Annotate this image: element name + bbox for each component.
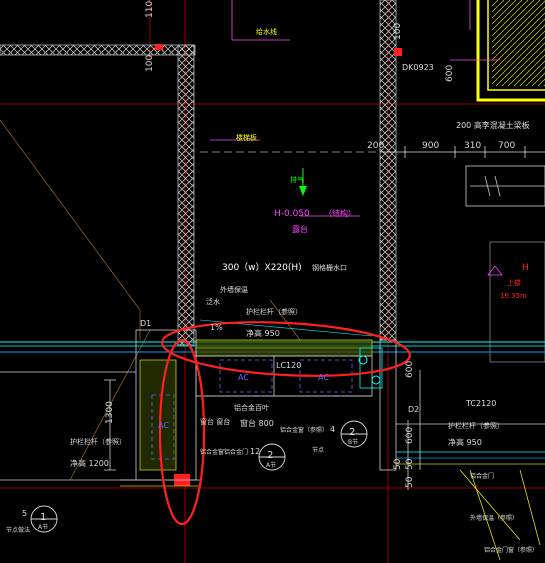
dim-50a: 50 — [393, 458, 403, 470]
dim-left-100: 100 — [145, 55, 155, 72]
dim-right-100: 100 — [393, 23, 403, 40]
bottom-right-a: 铝合金门 — [470, 472, 494, 480]
mid-note-g: 12 — [250, 447, 260, 456]
d2-tag: D2 — [408, 405, 419, 414]
dim-50b: 50 — [405, 458, 415, 470]
drain-size: 300（w）X220(H) — [222, 262, 302, 273]
mid-note-a: 铝合金百叶 — [234, 403, 269, 412]
right-box-note: 上楼 — [507, 278, 521, 287]
slope-note: 泛水 — [206, 297, 220, 306]
yellow-frame — [476, 0, 545, 102]
ac-c: AC — [158, 421, 169, 430]
platform-label: 露台 — [292, 224, 308, 234]
dashed-note: 楼梯板 — [236, 133, 257, 142]
rail3-height: 净高 1200 — [70, 458, 109, 468]
dim-1300: 1300 — [105, 401, 115, 424]
circle2b-num: 2 — [349, 427, 355, 438]
tc2120-tag: TC2120 — [465, 399, 496, 408]
dim-600b: 600 — [405, 361, 415, 378]
circle2b-sub: B节 — [348, 438, 358, 446]
beam-note: 200 高李混凝土梁板 — [456, 120, 530, 130]
bottom-right-b: 外墙保温（参照） — [470, 514, 518, 522]
rail3-note: 护栏栏杆（参照） — [70, 437, 126, 446]
mid-note-d: 铝合金窗（参照） — [280, 426, 328, 434]
bottom-right-c: 铝合金门窗（参照） — [484, 546, 538, 554]
right-box-h: H — [522, 263, 529, 273]
rail-height: 净高 950 — [246, 328, 280, 338]
dim-310: 310 — [464, 141, 481, 151]
rail-slope: 1% — [210, 323, 223, 332]
dim-top-1100: 1100 — [145, 0, 155, 18]
mid-note-h: 节点 — [312, 446, 324, 454]
arrow-note: 排气 — [290, 175, 304, 184]
cad-drawing-canvas: 1100 100 100 600 200 900 310 700 1300 60… — [0, 0, 545, 563]
circle1-num: 1 — [40, 512, 46, 523]
h-level-note: （结构） — [324, 208, 356, 218]
mid-note-e: 铝合金窗铝合金门 — [200, 448, 248, 456]
circle1-sub: A节 — [38, 523, 48, 531]
circle2-sub: A节 — [266, 461, 276, 469]
rail-note: 护栏栏杆（参照） — [246, 307, 302, 316]
dim-900: 900 — [422, 141, 439, 151]
dim-50c: 50 — [405, 476, 415, 488]
steel-note: 外墙保温 — [220, 285, 248, 294]
drain-note: 钢格栅水口 — [312, 263, 347, 272]
mid-note-b: 窗台 800 — [240, 418, 274, 428]
tag-dk0923: DK0923 — [402, 63, 434, 72]
circle2-num: 2 — [267, 450, 273, 461]
left-num-5: 5 — [22, 509, 27, 518]
d1-tag: D1 — [140, 319, 151, 328]
right-box-level: 16.35m — [500, 292, 527, 300]
left-note-a: 节点做法 — [6, 526, 30, 534]
ac-a: AC — [238, 373, 249, 382]
dim-600c: 600 — [405, 427, 415, 444]
dim-200: 200 — [367, 141, 384, 151]
dim-r600: 600 — [445, 65, 455, 82]
ac-b: AC — [318, 373, 329, 382]
top-note: 给水线 — [256, 27, 277, 36]
mid-note-c: 窗台 窗台 — [200, 417, 230, 426]
rail2-note: 护栏栏杆（参照） — [448, 421, 504, 430]
h-level: H-0.050 — [274, 209, 310, 219]
dim-700: 700 — [498, 141, 515, 151]
lc120-tag: LC120 — [276, 361, 301, 370]
rail2-height: 净高 950 — [448, 437, 482, 447]
mid-note-f: 4 — [330, 425, 335, 434]
